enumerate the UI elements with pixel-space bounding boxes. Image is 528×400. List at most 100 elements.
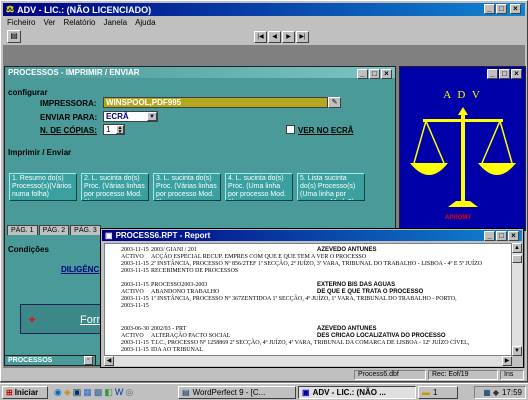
task-wordperfect-label: WordPerfect 9 - [C...: [192, 388, 266, 397]
enviar-label: ENVIAR PARA:: [40, 113, 98, 122]
horizontal-scrollbar[interactable]: ◀ ▶: [104, 356, 512, 366]
print-window-titlebar: PROCESSOS - IMPRIMIR / ENVIAR: [5, 67, 395, 78]
tab-pag2[interactable]: PÁG. 2: [38, 225, 70, 235]
start-button[interactable]: ⊞ Iniciar: [2, 386, 48, 399]
vertical-scrollbar[interactable]: ▲ ▼: [512, 243, 522, 356]
option-lista5-button[interactable]: 5. Lista sucinta do(s) Processo(s)(Uma l…: [297, 173, 365, 201]
report-entry-3: 2003-06-30 2002/03 - PRT AZEVEDO ANTUNES A…: [121, 326, 511, 354]
print-close-icon[interactable]: ×: [381, 69, 392, 79]
close-icon[interactable]: ×: [510, 4, 521, 14]
chevron-down-icon[interactable]: ▼: [147, 112, 157, 121]
app-window-controls: _ □ ×: [484, 4, 521, 14]
menu-janela[interactable]: Janela: [103, 18, 127, 27]
app-icon-2[interactable]: ▩: [94, 387, 103, 398]
scroll-up-icon[interactable]: ▲: [512, 243, 522, 253]
print-minimize-icon[interactable]: _: [357, 69, 368, 79]
tab-pag1[interactable]: PÁG. 1: [7, 225, 38, 235]
adv-minimize-icon[interactable]: _: [487, 69, 498, 79]
menu-ver[interactable]: Ver: [43, 18, 55, 27]
print-options: 1. Resumo do(s) Processo(s)(Vários numa …: [9, 173, 365, 201]
toolbar-save-button[interactable]: ▤: [7, 30, 21, 43]
scroll-thumb[interactable]: [512, 255, 522, 263]
windows-logo-icon: ⊞: [6, 388, 13, 397]
ie-icon[interactable]: ◉: [54, 387, 62, 398]
adv-badge: APROMT: [445, 215, 471, 221]
option-lista4-button[interactable]: 4. L. sucinta do(s) Proc. (Uma linha por…: [225, 173, 293, 201]
app-icon-1[interactable]: ▦: [83, 387, 92, 398]
app-icon-4[interactable]: ◎: [125, 387, 133, 398]
restore-icon[interactable]: ▫: [84, 356, 93, 365]
ver-checkbox[interactable]: [286, 125, 295, 134]
entry-date: 2003-06-30: [121, 326, 149, 332]
status-file: Process6.dbf: [354, 370, 426, 380]
enviar-select[interactable]: ECRÃ ▼: [103, 111, 158, 122]
nav-last-button[interactable]: ▶|: [296, 31, 309, 43]
option-resumo-button[interactable]: 1. Resumo do(s) Processo(s)(Vários numa …: [9, 173, 77, 201]
entry-d2: 2003-11-15: [121, 296, 149, 302]
report-close-icon[interactable]: ×: [508, 231, 519, 241]
report-title: PROCESS6.RPT - Report: [115, 231, 211, 240]
report-minimize-icon[interactable]: _: [484, 231, 495, 241]
section-condicoes: Condições: [8, 245, 49, 254]
menu-relatorio[interactable]: Relatório: [63, 18, 95, 27]
page-tabs: PÁG. 1 PÁG. 2 PÁG. 3: [7, 225, 102, 235]
stepper-arrows-icon[interactable]: ▲ ▼: [116, 125, 124, 135]
report-maximize-icon[interactable]: □: [496, 231, 507, 241]
task-wordperfect[interactable]: ▤ WordPerfect 9 - [C...: [178, 386, 296, 399]
entry-num: 2002/03 - PRT: [151, 326, 187, 332]
entry-num: PROCESSO2003-2003: [151, 282, 208, 288]
impressora-browse-button[interactable]: ✎: [328, 97, 341, 108]
task-other[interactable]: ▬ 1: [418, 386, 458, 399]
app-icon-3[interactable]: ◧: [104, 387, 113, 398]
word-icon[interactable]: W: [115, 387, 124, 398]
wordperfect-icon: ▤: [182, 388, 190, 397]
entry-extra: DE QUE E QUE TRATA O PROCESSO: [317, 289, 424, 295]
maximize-icon[interactable]: □: [496, 4, 507, 14]
adv-window: _ □ × A D V APROMT: [399, 66, 526, 231]
scroll-right-icon[interactable]: ▶: [502, 356, 512, 366]
app-titlebar: ⚖ ADV - LIC.: (NÃO LICENCIADO): [3, 3, 525, 16]
desktop-icon[interactable]: ▣: [73, 387, 82, 398]
diligencia-label[interactable]: DILIGÊNC: [61, 265, 99, 274]
scroll-left-icon[interactable]: ◀: [104, 356, 114, 366]
adv-maximize-icon[interactable]: □: [499, 69, 510, 79]
entry-desc: ACÇÃO ESPECIAL RECUP. EMPRES COM QUE E Q…: [151, 254, 367, 260]
nav-first-button[interactable]: |◀: [254, 31, 267, 43]
scroll-down-icon[interactable]: ▼: [512, 346, 522, 356]
nav-prev-button[interactable]: ◀: [268, 31, 281, 43]
network-icon[interactable]: ▦: [483, 388, 491, 397]
status-bar: Process6.dbf Rec: Eof/19 Ins: [2, 369, 526, 381]
outlook-icon[interactable]: ◈: [64, 387, 71, 398]
entry-detail: T.I.C., PROCESSO Nº 1258869 2ª SECÇÃO, 4…: [151, 340, 470, 346]
entry-d3: 2003-11-15: [121, 347, 149, 353]
adv-close-icon[interactable]: ×: [511, 69, 522, 79]
entry-name: AZEVEDO ANTUNES: [317, 326, 377, 332]
minimized-processos[interactable]: PROCESSOS ▫: [4, 355, 96, 366]
entry-num: 2003/ GIANI / 201: [151, 247, 197, 253]
minimize-icon[interactable]: _: [484, 4, 495, 14]
tab-pag3[interactable]: PÁG. 3: [70, 225, 101, 235]
task-adv[interactable]: ▣ ADV - LIC.: (NÃO ...: [298, 386, 416, 399]
entry-status: ACTIVO: [121, 289, 144, 295]
puzzle-icon: ✦: [27, 313, 38, 327]
option-lista2-button[interactable]: 2. L. sucinta do(s) Proc. (Várias linhas…: [81, 173, 149, 201]
report-content: 2003-11-15 2003/ GIANI / 201 AZEVEDO ANTUN…: [104, 243, 512, 356]
report-titlebar: ▣ PROCESS6.RPT - Report: [102, 230, 522, 241]
volume-icon[interactable]: ◆: [493, 388, 499, 397]
entry-desc: ALTERAÇÃO PACTO SOCIAL: [151, 333, 231, 339]
entry-d3: 2003-11-15: [121, 268, 149, 274]
print-maximize-icon[interactable]: □: [369, 69, 380, 79]
menu-ficheiro[interactable]: Ficheiro: [7, 18, 35, 27]
entry-note: RECEBIMENTO DE PROCESSOS: [151, 268, 239, 274]
entry-extra: DES CRICAO LOCALIZATIVA DO PROCESSO: [317, 333, 446, 339]
report-icon: ▣: [105, 231, 113, 240]
entry-detail: 2ª INSTÂNCIA, PROCESSO Nº 856/2TEF 1ª SE…: [151, 261, 483, 267]
nav-next-button[interactable]: ▶: [282, 31, 295, 43]
copias-stepper[interactable]: 1 ▲ ▼: [103, 124, 125, 135]
menu-ajuda[interactable]: Ajuda: [135, 18, 155, 27]
copias-label: N. DE CÓPIAS:: [40, 126, 97, 135]
entry-name: AZEVEDO ANTUNES: [317, 247, 377, 253]
task-other-label: 1: [433, 388, 438, 397]
impressora-field[interactable]: WINSPOOL,PDF995: [103, 97, 328, 108]
option-lista3-button[interactable]: 3. L. sucinta do(s) Proc. (Várias linhas…: [153, 173, 221, 201]
